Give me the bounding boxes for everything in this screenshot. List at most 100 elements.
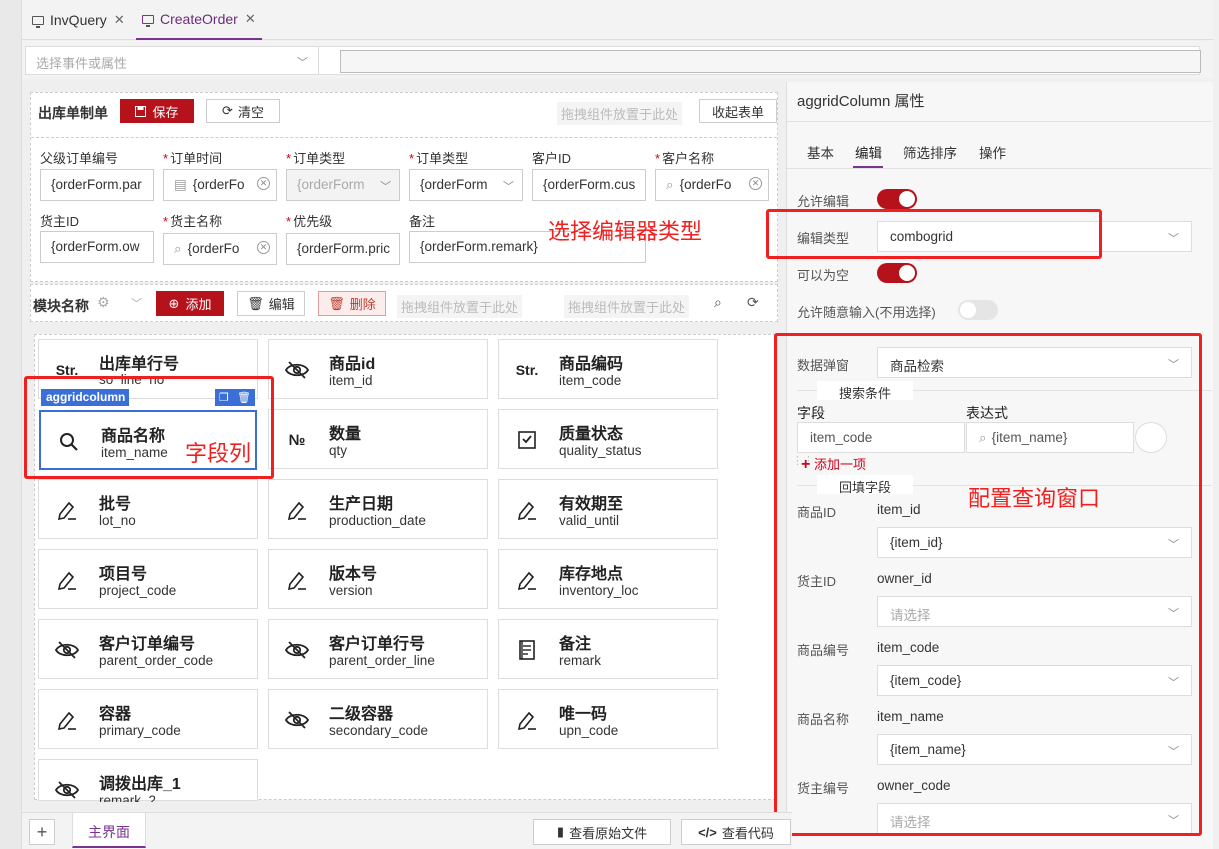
search-icon: ⌕ <box>174 241 182 256</box>
chevron-down-icon: ﹀ <box>297 57 308 69</box>
column-card[interactable]: 商品id item_id <box>268 339 488 399</box>
field-label: 货主ID <box>40 214 80 229</box>
column-code: version <box>329 583 373 598</box>
delete-button[interactable]: 🗑 删除 <box>318 291 386 316</box>
column-code: quality_status <box>559 443 642 458</box>
gear-icon[interactable]: ⚙ <box>97 294 110 311</box>
view-source-button[interactable]: ▮ 查看原始文件 <box>533 819 671 845</box>
module-toolbar: 模块名称 ⚙ ﹀ ⊕ 添加 🗑 编辑 🗑 删除 拖拽组件放置于此处 拖拽组件放置于此处… <box>30 284 778 322</box>
order-time-input[interactable]: ▤ {orderFo ✕ <box>163 169 277 201</box>
column-title: 商品id <box>329 356 376 373</box>
tab-main[interactable]: 主界面 <box>72 813 146 848</box>
column-title: 商品编码 <box>559 356 624 373</box>
clear-icon[interactable]: ✕ <box>257 241 270 254</box>
column-card[interactable]: № 数量 qty <box>268 409 488 469</box>
refresh-icon[interactable]: ⟳ <box>747 294 759 311</box>
bottom-bar: + 主界面 ▮ 查看原始文件 </> 查看代码 <box>22 812 792 849</box>
monitor-icon <box>32 15 44 28</box>
owner-name-input[interactable]: ⌕ {orderFo ✕ <box>163 233 277 265</box>
edit-button[interactable]: 🗑 编辑 <box>237 291 305 316</box>
column-card[interactable]: 备注 remark <box>498 619 718 679</box>
nullable-toggle[interactable] <box>877 263 917 283</box>
customer-id-input[interactable]: {orderForm.cus <box>532 169 646 201</box>
column-title: 客户订单行号 <box>329 636 426 653</box>
left-sidebar-edge <box>0 0 22 849</box>
column-card[interactable]: 批号 lot_no <box>38 479 258 539</box>
free-input-toggle[interactable] <box>958 300 998 320</box>
column-code: production_date <box>329 513 426 528</box>
divider <box>31 137 777 138</box>
column-card[interactable]: 质量状态 quality_status <box>498 409 718 469</box>
column-card[interactable]: 调拨出库_1 remark_2 <box>38 759 258 802</box>
add-page-button[interactable]: + <box>29 819 55 845</box>
column-card[interactable]: 二级容器 secondary_code <box>268 689 488 749</box>
field-label: 父级订单编号 <box>40 151 119 166</box>
refresh-icon: ⟳ <box>222 103 233 118</box>
prop-tab-edit[interactable]: 编辑 <box>855 142 882 162</box>
chevron-down-icon: ﹀ <box>380 181 391 193</box>
allow-edit-toggle[interactable] <box>877 189 917 209</box>
plus-circle-icon: ⊕ <box>168 295 180 311</box>
clear-icon[interactable]: ✕ <box>257 177 270 190</box>
chevron-down-icon[interactable]: ﹀ <box>131 295 142 311</box>
column-card[interactable]: 唯一码 upn_code <box>498 689 718 749</box>
column-card[interactable]: 生产日期 production_date <box>268 479 488 539</box>
column-code: parent_order_code <box>99 653 214 668</box>
column-card[interactable]: 库存地点 inventory_loc <box>498 549 718 609</box>
column-card[interactable]: 项目号 project_code <box>38 549 258 609</box>
eye-off-icon <box>283 706 311 734</box>
column-card[interactable]: 有效期至 valid_until <box>498 479 718 539</box>
pen-icon <box>53 706 81 734</box>
annotation-query-window: 配置查询窗口 <box>968 486 1101 511</box>
prop-tab-filter-sort[interactable]: 筛选排序 <box>903 142 957 162</box>
pen-icon <box>513 706 541 734</box>
column-title: 容器 <box>99 706 132 723</box>
tab-createorder[interactable]: CreateOrder ✕ <box>136 0 262 40</box>
pen-icon <box>513 496 541 524</box>
file-icon: ▮ <box>556 824 565 839</box>
column-code: valid_until <box>559 513 620 528</box>
column-card[interactable]: 客户订单行号 parent_order_line <box>268 619 488 679</box>
owner-id-input[interactable]: {orderForm.ow <box>40 231 154 263</box>
column-card[interactable]: Str. 商品编码 item_code <box>498 339 718 399</box>
column-card[interactable]: 容器 primary_code <box>38 689 258 749</box>
column-code: qty <box>329 443 348 458</box>
prop-tab-actions[interactable]: 操作 <box>979 142 1006 162</box>
priority-input[interactable]: {orderForm.pric <box>286 233 400 265</box>
prop-tab-basic[interactable]: 基本 <box>807 142 834 162</box>
order-type-select-disabled: {orderForm ﹀ <box>286 169 400 201</box>
field-label: * 订单类型 <box>286 151 346 166</box>
properties-title: aggridColumn 属性 <box>797 93 925 110</box>
column-title: 出库单行号 <box>99 356 180 373</box>
save-icon <box>135 105 147 117</box>
add-button[interactable]: ⊕ 添加 <box>156 291 224 316</box>
doc-icon <box>513 636 541 664</box>
code-icon: </> <box>698 824 717 840</box>
column-title: 数量 <box>329 426 362 443</box>
customer-name-input[interactable]: ⌕ {orderFo ✕ <box>655 169 769 201</box>
drop-hint: 拖拽组件放置于此处 <box>397 295 523 318</box>
close-icon[interactable]: ✕ <box>114 12 125 28</box>
column-card[interactable]: 版本号 version <box>268 549 488 609</box>
order-type-select[interactable]: {orderForm ﹀ <box>409 169 523 201</box>
clear-icon[interactable]: ✕ <box>749 177 762 190</box>
column-card[interactable]: 客户订单编号 parent_order_code <box>38 619 258 679</box>
eye-off-icon <box>283 636 311 664</box>
field-label: * 优先级 <box>286 214 333 229</box>
parent-order-no-input[interactable]: {orderForm.par <box>40 169 154 201</box>
save-button[interactable]: 保存 <box>120 99 194 123</box>
search-icon[interactable]: ⌕ <box>714 294 722 311</box>
checkbox-icon <box>513 426 541 454</box>
close-icon[interactable]: ✕ <box>245 11 256 27</box>
tab-invquery[interactable]: InvQuery ✕ <box>26 0 131 40</box>
clear-button[interactable]: ⟳ 清空 <box>206 99 280 123</box>
divider <box>787 121 1212 122</box>
event-expression-input[interactable] <box>340 50 1201 73</box>
field-label: * 订单时间 <box>163 151 223 166</box>
event-property-select[interactable]: 选择事件或属性 ﹀ <box>25 46 321 75</box>
collapse-form-button[interactable]: 收起表单 <box>699 99 777 123</box>
monitor-icon <box>142 14 154 27</box>
view-code-button[interactable]: </> 查看代码 <box>681 819 791 845</box>
number-icon: № <box>288 431 306 449</box>
column-title: 客户订单编号 <box>99 636 196 653</box>
